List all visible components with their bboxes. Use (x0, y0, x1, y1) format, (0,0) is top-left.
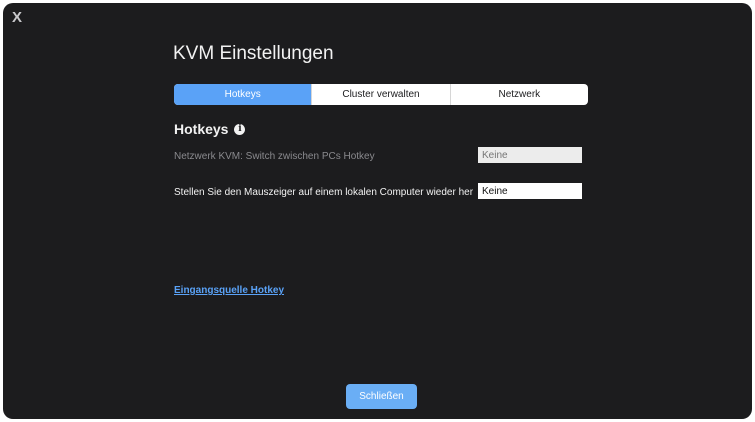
section-heading-label: Hotkeys (174, 121, 229, 137)
tab-netzwerk[interactable]: Netzwerk (449, 84, 588, 105)
restore-mouse-pointer-hotkey-field[interactable] (478, 183, 582, 199)
tab-hotkeys[interactable]: Hotkeys (174, 84, 312, 105)
section-heading: Hotkeys i (174, 121, 246, 137)
network-kvm-hotkey-label: Netzwerk KVM: Switch zwischen PCs Hotkey (174, 151, 375, 162)
info-icon[interactable]: i (234, 123, 246, 135)
kvm-settings-window: X KVM Einstellungen Hotkeys Cluster verw… (3, 3, 752, 419)
page-title: KVM Einstellungen (173, 43, 334, 64)
tab-cluster-verwalten[interactable]: Cluster verwalten (311, 84, 449, 105)
restore-mouse-pointer-label: Stellen Sie den Mauszeiger auf einem lok… (174, 187, 474, 198)
network-kvm-hotkey-field[interactable] (478, 147, 582, 163)
input-source-hotkey-link[interactable]: Eingangsquelle Hotkey (174, 285, 284, 296)
close-icon[interactable]: X (12, 10, 22, 25)
tab-bar: Hotkeys Cluster verwalten Netzwerk (174, 84, 588, 105)
close-button[interactable]: Schließen (346, 384, 417, 409)
